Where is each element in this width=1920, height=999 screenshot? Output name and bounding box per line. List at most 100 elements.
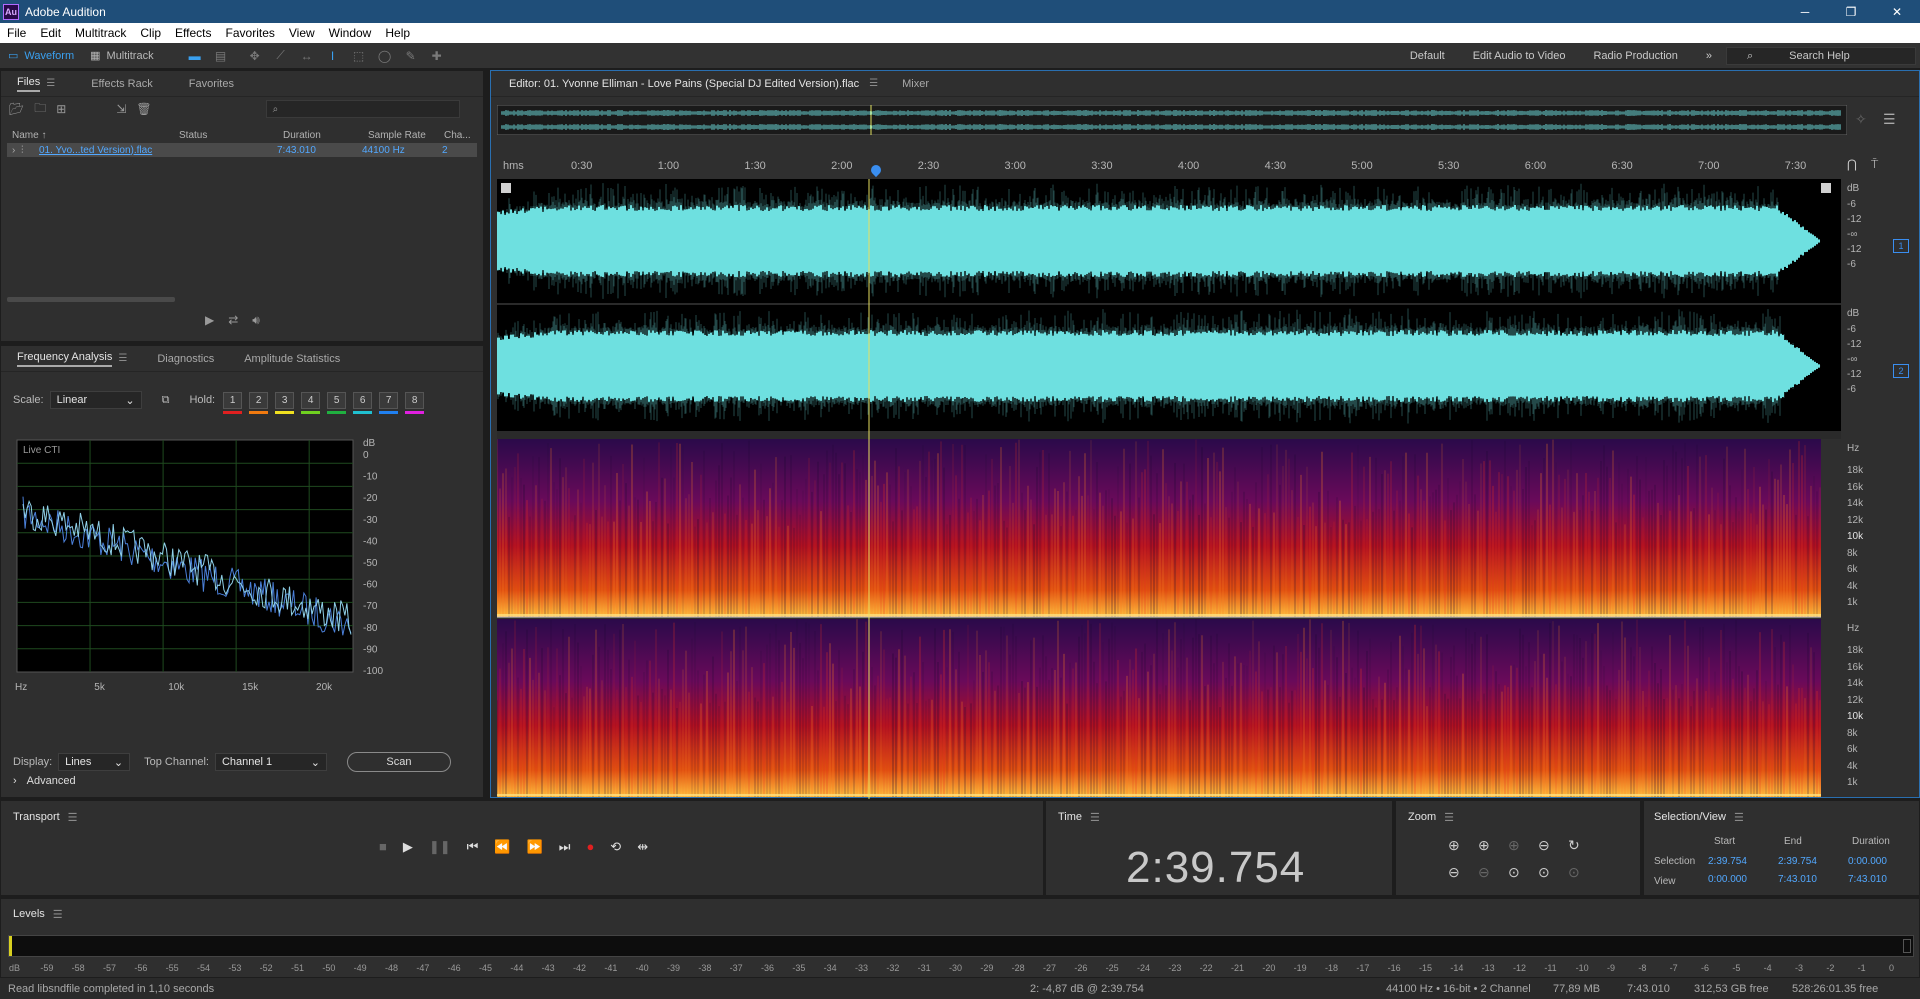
table-row[interactable]: › ⫶ 01. Yvo...ted Version).flac 7:43.010… xyxy=(7,143,477,157)
time-ruler[interactable]: hms 0:30 1:00 1:30 2:00 2:30 3:00 3:30 4:00 4:30 5… xyxy=(499,155,1839,178)
tab-favorites[interactable]: Favorites xyxy=(181,71,242,97)
import-icon[interactable]: ⊞ xyxy=(56,102,66,116)
slip-tool-icon[interactable]: ↔ xyxy=(298,48,316,64)
waveform-display-icon[interactable]: ▬ xyxy=(186,48,204,64)
brush-tool-icon[interactable]: ✎ xyxy=(402,48,420,64)
spectral-display-icon[interactable]: ▤ xyxy=(212,48,230,64)
search-help-field[interactable]: ⌕ Search Help xyxy=(1726,47,1916,65)
play-preview-icon[interactable]: ▶ xyxy=(205,313,214,328)
hold-button-3[interactable]: 3 xyxy=(275,391,295,414)
panel-menu-icon[interactable]: ☰ xyxy=(118,353,127,364)
tab-amplitude-statistics[interactable]: Amplitude Statistics xyxy=(236,346,348,372)
menu-favorites[interactable]: Favorites xyxy=(219,26,282,40)
hold-button-4[interactable]: 4 xyxy=(301,391,321,414)
tab-effects-rack[interactable]: Effects Rack xyxy=(83,71,161,97)
more-workspaces-button[interactable]: » xyxy=(1692,50,1726,62)
menu-view[interactable]: View xyxy=(282,26,322,40)
col-duration[interactable]: Duration xyxy=(283,130,368,141)
tab-diagnostics[interactable]: Diagnostics xyxy=(149,346,222,372)
hold-button-5[interactable]: 5 xyxy=(327,391,347,414)
marquee-tool-icon[interactable]: ⬚ xyxy=(350,48,368,64)
col-status[interactable]: Status xyxy=(179,130,283,141)
hold-button-label: 6 xyxy=(359,394,366,406)
col-channels[interactable]: Cha... xyxy=(444,130,471,141)
files-panel-tabs: Files ☰ Effects Rack Favorites xyxy=(1,71,483,97)
expand-icon[interactable]: › xyxy=(7,145,21,156)
loop-preview-icon[interactable]: ⇄ xyxy=(228,313,238,328)
top-channel-select[interactable]: Channel 1 ⌄ xyxy=(214,753,327,771)
tab-mixer[interactable]: Mixer xyxy=(894,71,937,97)
freq-tick-label: 10k xyxy=(168,682,185,693)
advanced-toggle[interactable]: › Advanced xyxy=(13,775,76,787)
ruler-label: 0:30 xyxy=(571,160,593,172)
hold-button-7[interactable]: 7 xyxy=(379,391,399,414)
editor-panel: Editor: 01. Yvonne Elliman - Love Pains … xyxy=(490,70,1920,799)
hold-button-8[interactable]: 8 xyxy=(405,391,425,414)
search-icon: ⌕ xyxy=(1747,49,1754,62)
scan-button[interactable]: Scan xyxy=(346,752,451,772)
open-file-icon[interactable]: 📂︎ xyxy=(9,102,24,116)
volume-icon[interactable]: 🔊︎ xyxy=(252,313,260,328)
scale-select[interactable]: Linear ⌄ xyxy=(49,391,142,409)
multitrack-icon: ▦ xyxy=(90,50,101,62)
files-search-input[interactable]: ⌕ xyxy=(265,100,460,118)
move-tool-icon[interactable]: ✥ xyxy=(246,48,264,64)
ruler-label: 7:00 xyxy=(1698,160,1720,172)
workspace-radio-production[interactable]: Radio Production xyxy=(1579,50,1691,62)
chevron-down-icon: ⌄ xyxy=(113,756,124,769)
col-name[interactable]: Name ↑ xyxy=(7,130,179,141)
spot-healing-tool-icon[interactable]: ✚ xyxy=(428,48,446,64)
panel-menu-icon[interactable]: ☰ xyxy=(869,78,878,89)
multitrack-view-button[interactable]: ▦ Multitrack xyxy=(82,46,161,66)
minimize-button[interactable]: ─ xyxy=(1782,0,1828,23)
lasso-tool-icon[interactable]: ◯ xyxy=(376,48,394,64)
insert-into-multitrack-icon[interactable]: ⇲ xyxy=(116,102,126,116)
razor-tool-icon[interactable]: ⟋ xyxy=(272,48,290,64)
snap-icon[interactable]: ⋂ xyxy=(1847,157,1857,171)
hold-button-1[interactable]: 1 xyxy=(223,391,243,414)
delete-icon[interactable]: 🗑︎ xyxy=(136,102,151,116)
panel-menu-icon[interactable]: ☰ xyxy=(46,78,55,89)
time-selection-tool-icon[interactable]: I xyxy=(324,48,342,64)
waveform-overview[interactable] xyxy=(497,105,1847,135)
hold-button-6[interactable]: 6 xyxy=(353,391,373,414)
menu-window[interactable]: Window xyxy=(322,26,379,40)
hold-button-2[interactable]: 2 xyxy=(249,391,269,414)
live-cti-label: Live CTI xyxy=(23,445,60,456)
workspace-default[interactable]: Default xyxy=(1396,50,1459,62)
marker-icon[interactable]: ⍑ xyxy=(1871,157,1878,172)
overview-menu-icon[interactable]: ☰ xyxy=(1883,111,1896,128)
ruler-label: 5:00 xyxy=(1351,160,1373,172)
waveform-view-button[interactable]: ▭ Waveform xyxy=(0,46,82,66)
menu-clip[interactable]: Clip xyxy=(133,26,168,40)
restore-button[interactable]: ❐ xyxy=(1828,0,1874,23)
files-scrollbar[interactable] xyxy=(7,297,175,302)
tab-editor[interactable]: Editor: 01. Yvonne Elliman - Love Pains … xyxy=(501,71,886,97)
hold-color-swatch xyxy=(327,410,347,414)
menu-file[interactable]: File xyxy=(0,26,33,40)
file-channels: 2 xyxy=(442,144,448,156)
menu-help[interactable]: Help xyxy=(378,26,417,40)
tab-files[interactable]: Files ☰ xyxy=(9,71,63,97)
freq-tick-label: Hz xyxy=(15,682,27,693)
menu-edit[interactable]: Edit xyxy=(33,26,68,40)
display-select[interactable]: Lines ⌄ xyxy=(58,753,131,771)
hold-color-swatch xyxy=(249,410,269,414)
hold-button-label: 7 xyxy=(385,394,392,406)
menu-multitrack[interactable]: Multitrack xyxy=(68,26,133,40)
workspace-edit-audio-to-video[interactable]: Edit Audio to Video xyxy=(1459,50,1580,62)
ruler-label: 6:30 xyxy=(1611,160,1633,172)
col-sample-rate[interactable]: Sample Rate xyxy=(368,130,444,141)
playhead-handle[interactable] xyxy=(868,162,884,178)
ruler-label: 4:30 xyxy=(1264,160,1287,172)
tab-frequency-analysis[interactable]: Frequency Analysis ☰ xyxy=(9,346,135,372)
zoom-to-selection-icon[interactable]: ✧ xyxy=(1855,111,1867,128)
copy-icon[interactable]: ⧉ xyxy=(162,394,170,407)
menu-effects[interactable]: Effects xyxy=(168,26,218,40)
close-button[interactable]: ✕ xyxy=(1874,0,1920,23)
ruler-label: 2:00 xyxy=(831,160,853,172)
open-append-icon[interactable]: 🗀 xyxy=(34,99,46,120)
audio-display[interactable] xyxy=(497,179,1841,799)
chevron-down-icon: ⌄ xyxy=(310,756,320,769)
hold-color-swatch xyxy=(223,410,243,414)
